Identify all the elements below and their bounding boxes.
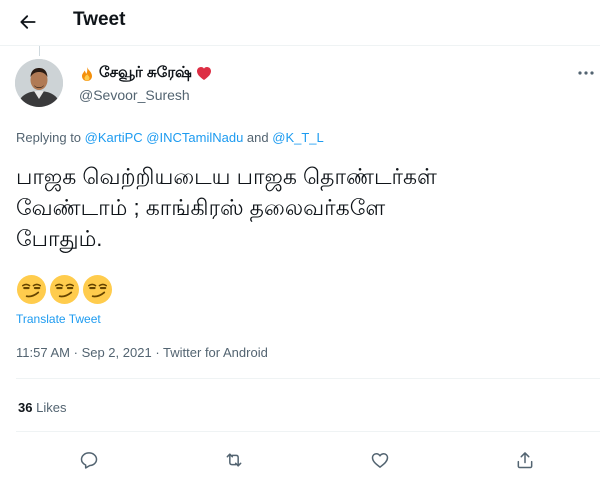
more-dots-icon <box>578 71 594 75</box>
smirking-face-emoji <box>16 274 47 305</box>
share-icon <box>517 452 533 469</box>
meta-separator: · <box>155 345 160 360</box>
red-heart-emoji <box>196 67 211 80</box>
mention-link[interactable]: @K_T_L <box>272 130 324 145</box>
likes-count: 36 <box>18 400 33 415</box>
likes-label: Likes <box>36 400 67 415</box>
tweet-text-line: போதும். <box>16 226 103 251</box>
header-divider <box>0 45 600 46</box>
more-options-button[interactable] <box>572 62 600 84</box>
arrow-left-icon <box>20 15 36 29</box>
divider <box>16 378 600 379</box>
tweet-date[interactable]: Sep 2, 2021 <box>82 345 152 360</box>
page-title: Tweet <box>73 9 126 30</box>
reply-button[interactable] <box>74 446 104 474</box>
tweet-time[interactable]: 11:57 AM <box>16 345 70 360</box>
tweet-meta: 11:57 AM · Sep 2, 2021 · Twitter for And… <box>16 345 268 360</box>
likes-stat[interactable]: 36 Likes <box>18 400 66 415</box>
smirking-face-emoji <box>49 274 80 305</box>
tweet-text: பாஜக வெற்றியடைய பாஜக தொண்டர்கள் வேண்டாம்… <box>16 161 576 254</box>
profile-photo <box>15 59 63 107</box>
retweet-icon <box>226 453 242 467</box>
author-handle[interactable]: @Sevoor_Suresh <box>79 87 190 103</box>
mention-link[interactable]: @KartiPC <box>85 130 143 145</box>
tweet-text-line: வேண்டாம் ; காங்கிரஸ் தலைவர்களே <box>16 195 386 220</box>
conjunction-text: and <box>246 130 269 145</box>
back-button[interactable] <box>8 4 48 40</box>
tweet-text-line: பாஜக வெற்றியடைய பாஜக தொண்டர்கள் <box>16 164 437 189</box>
mention-link[interactable]: @INCTamilNadu <box>146 130 243 145</box>
smirking-face-emoji <box>82 274 113 305</box>
translate-tweet-link[interactable]: Translate Tweet <box>16 312 101 326</box>
divider <box>16 431 600 432</box>
share-button[interactable] <box>510 446 540 474</box>
like-button[interactable] <box>365 446 395 474</box>
fire-emoji <box>82 66 92 81</box>
heart-icon <box>371 453 389 468</box>
retweet-button[interactable] <box>219 446 249 474</box>
replying-to-label: Replying to <box>16 130 82 145</box>
tweet-source[interactable]: Twitter for Android <box>163 345 268 360</box>
author-display-name: சேவூர் சுரேஷ் <box>99 64 192 81</box>
avatar[interactable] <box>15 59 63 107</box>
replying-to-line: Replying to @KartiPC @INCTamilNadu and @… <box>16 130 324 145</box>
meta-separator: · <box>73 345 78 360</box>
reply-icon <box>80 452 98 469</box>
emoji-row <box>16 274 113 305</box>
author-name-row[interactable]: சேவூர் சுரேஷ் <box>79 64 212 83</box>
thread-connector-line <box>39 46 40 56</box>
